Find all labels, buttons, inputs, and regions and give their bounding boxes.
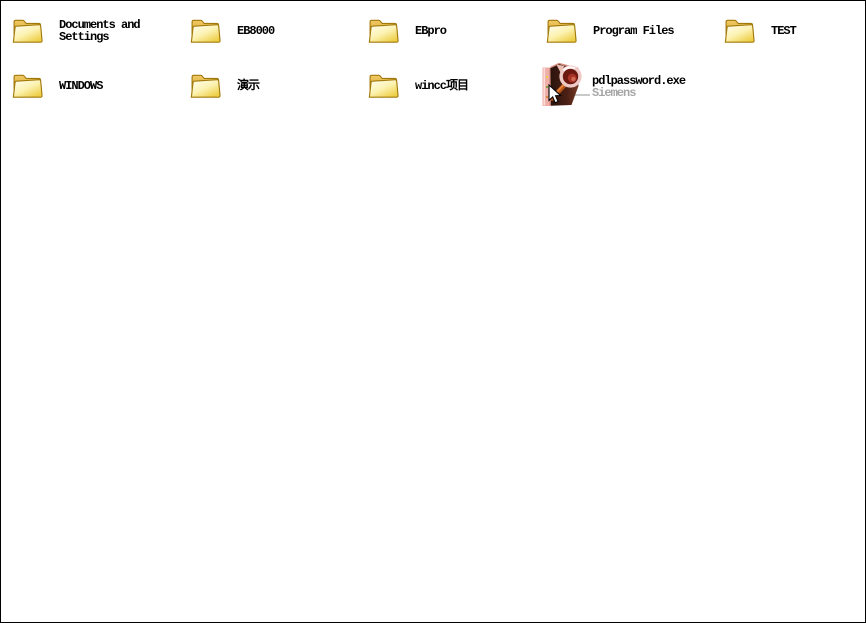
folder-icon	[189, 70, 222, 103]
file-explorer-content-area: Documents and Settings EB8000 EBpro Prog…	[0, 0, 866, 623]
file-tile-test[interactable]: TEST	[723, 13, 796, 49]
file-label: EB8000	[237, 25, 274, 37]
folder-icon	[545, 15, 578, 48]
folder-icon	[367, 70, 400, 103]
file-tile-wincc-project[interactable]: wincc项目	[367, 68, 468, 104]
file-label: EBpro	[415, 25, 446, 37]
folder-icon	[189, 15, 222, 48]
file-label: 演示	[237, 80, 259, 92]
folder-icon	[11, 70, 44, 103]
file-tile-program-files[interactable]: Program Files	[545, 13, 674, 49]
pdlpassword-app-icon	[538, 60, 590, 108]
folder-icon	[11, 15, 44, 48]
file-label: wincc项目	[415, 80, 468, 92]
file-sublabel: Siemens	[592, 87, 685, 100]
file-tile-yanshi[interactable]: 演示	[189, 68, 259, 104]
folder-icon	[367, 15, 400, 48]
file-tile-pdlpassword-exe[interactable]: pdlpassword.exe Siemens	[538, 60, 685, 108]
file-label: Documents and Settings	[59, 19, 155, 43]
folder-icon	[723, 15, 756, 48]
file-label: TEST	[771, 25, 796, 37]
file-tile-eb8000[interactable]: EB8000	[189, 13, 274, 49]
file-label: Program Files	[593, 25, 674, 37]
file-label: WINDOWS	[59, 80, 102, 92]
file-tile-ebpro[interactable]: EBpro	[367, 13, 446, 49]
file-tile-windows[interactable]: WINDOWS	[11, 68, 102, 104]
file-tile-documents-and-settings[interactable]: Documents and Settings	[11, 13, 155, 49]
